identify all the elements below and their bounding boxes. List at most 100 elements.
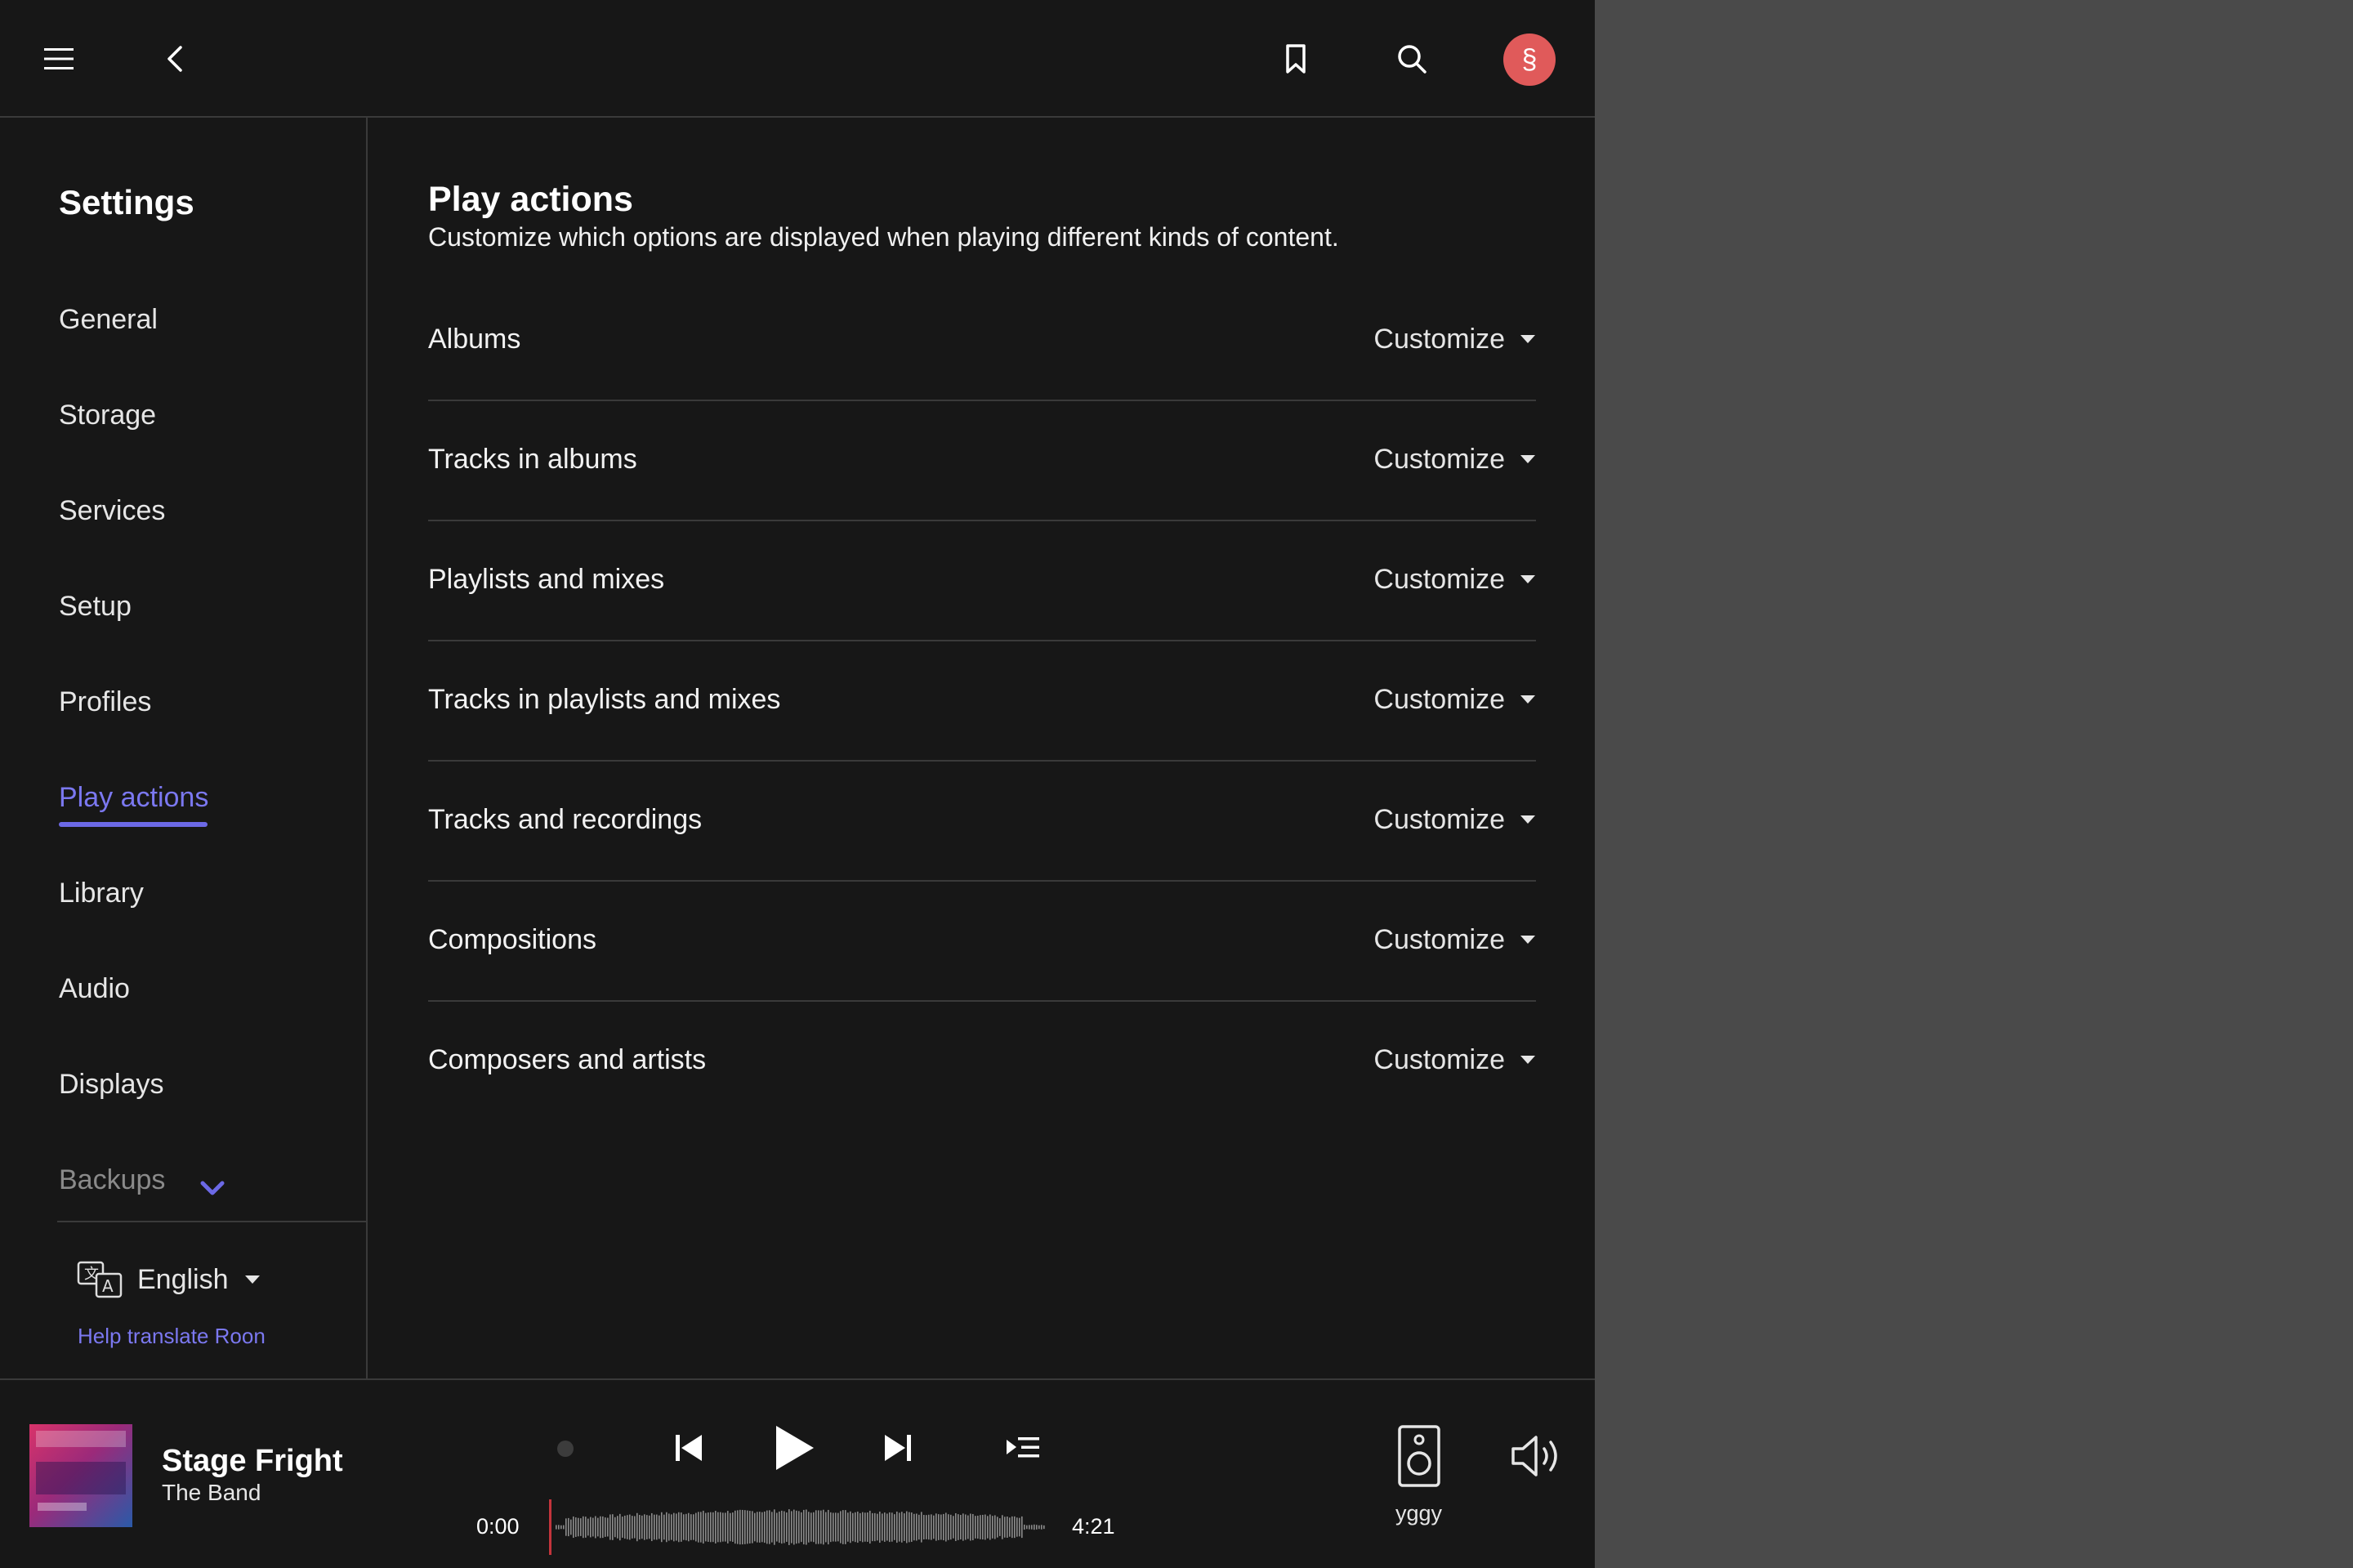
customize-label: Customize	[1373, 1043, 1505, 1075]
waveform-bar	[1009, 1517, 1011, 1537]
caret-down-icon	[1520, 575, 1535, 583]
customize-dropdown[interactable]: Customize	[1373, 1043, 1536, 1077]
waveform-bar	[943, 1513, 944, 1541]
zone-name[interactable]: yggy	[1395, 1501, 1442, 1526]
sidebar-divider	[57, 1221, 368, 1222]
caret-down-icon	[1520, 335, 1535, 343]
customize-label: Customize	[1373, 443, 1505, 475]
waveform-bar	[580, 1518, 582, 1536]
waveform-bar	[801, 1512, 802, 1543]
customize-dropdown[interactable]: Customize	[1373, 802, 1536, 837]
waveform-bar	[796, 1510, 797, 1544]
setting-row-label: Compositions	[428, 924, 596, 955]
waveform-bar	[734, 1510, 736, 1544]
next-track-icon[interactable]	[877, 1427, 918, 1468]
waveform-bar	[590, 1517, 592, 1538]
waveform-bar	[764, 1511, 766, 1543]
waveform-bar	[1031, 1525, 1033, 1530]
menu-icon	[44, 48, 74, 69]
previous-track-icon[interactable]	[668, 1427, 709, 1468]
waveform-bar	[570, 1519, 572, 1535]
waveform-bar	[877, 1513, 878, 1541]
sidebar-item-displays[interactable]: Displays	[59, 1069, 163, 1101]
waveform-bar	[842, 1510, 844, 1544]
waveform-bar	[940, 1514, 942, 1540]
customize-dropdown[interactable]: Customize	[1373, 682, 1536, 717]
waveform-bar	[1034, 1524, 1035, 1530]
waveform-bar	[688, 1512, 690, 1542]
page-subtitle: Customize which options are displayed wh…	[428, 222, 1339, 252]
waveform-bar	[1026, 1525, 1028, 1530]
caret-down-icon	[244, 1275, 260, 1284]
language-label: English	[137, 1263, 229, 1295]
waveform-bar	[872, 1512, 873, 1542]
caret-down-icon	[1520, 695, 1535, 704]
waveform-bar	[825, 1512, 827, 1543]
sidebar-item-profiles[interactable]: Profiles	[59, 686, 151, 718]
customize-dropdown[interactable]: Customize	[1373, 442, 1536, 476]
back-button[interactable]	[147, 29, 206, 88]
language-selector[interactable]: 文 A English	[77, 1255, 261, 1304]
waveform-bar	[791, 1511, 793, 1543]
play-icon[interactable]	[768, 1421, 819, 1475]
menu-button[interactable]	[29, 29, 88, 88]
waveform-bar	[948, 1514, 949, 1540]
waveform-bar	[980, 1515, 981, 1539]
sidebar-item-backups[interactable]: Backups	[59, 1164, 165, 1196]
waveform-bar	[556, 1525, 557, 1530]
waveform-bar	[739, 1509, 741, 1545]
waveform-bar	[928, 1514, 930, 1540]
svg-text:A: A	[102, 1276, 114, 1296]
waveform-bar	[619, 1513, 621, 1541]
waveform-bar	[575, 1517, 577, 1537]
waveform-bar	[781, 1510, 783, 1544]
track-title[interactable]: Stage Fright	[162, 1444, 343, 1479]
volume-icon[interactable]	[1508, 1431, 1565, 1481]
track-artist[interactable]: The Band	[162, 1480, 261, 1506]
sidebar-item-audio[interactable]: Audio	[59, 973, 130, 1005]
speaker-zone-icon[interactable]	[1397, 1424, 1441, 1488]
waveform-bar	[585, 1517, 587, 1538]
waveform-bar	[774, 1509, 775, 1545]
chevron-down-icon[interactable]	[196, 1177, 229, 1199]
radio-indicator[interactable]	[557, 1441, 574, 1457]
sidebar-item-library[interactable]: Library	[59, 878, 144, 909]
waveform-bar	[651, 1512, 653, 1542]
customize-dropdown[interactable]: Customize	[1373, 922, 1536, 957]
waveform-bar	[583, 1516, 584, 1539]
search-icon	[1398, 45, 1427, 74]
waveform-bar	[813, 1512, 815, 1543]
waveform-bar	[835, 1512, 837, 1542]
waveform-bar	[695, 1512, 697, 1542]
customize-dropdown[interactable]: Customize	[1373, 322, 1536, 356]
waveform-bar	[862, 1512, 864, 1543]
setting-row-playlists-and-mixes: Playlists and mixes Customize	[428, 521, 1536, 641]
bookmark-button[interactable]	[1266, 29, 1325, 88]
queue-icon[interactable]	[1005, 1431, 1041, 1463]
waveform-seekbar[interactable]	[549, 1496, 1046, 1558]
playhead[interactable]	[549, 1499, 551, 1555]
waveform-bar	[678, 1512, 680, 1543]
waveform-bar	[938, 1514, 940, 1540]
sidebar-item-services[interactable]: Services	[59, 495, 165, 527]
waveform-bar	[899, 1512, 900, 1542]
sidebar-item-general[interactable]: General	[59, 304, 158, 336]
waveform-bar	[673, 1512, 675, 1542]
waveform-bar	[671, 1514, 672, 1540]
waveform-bar	[632, 1516, 633, 1539]
waveform-bar	[891, 1512, 893, 1542]
sidebar-item-storage[interactable]: Storage	[59, 400, 156, 431]
search-button[interactable]	[1382, 29, 1441, 88]
sidebar-item-play-actions[interactable]: Play actions	[59, 782, 208, 814]
waveform-bar	[754, 1512, 756, 1542]
waveform-bar	[845, 1510, 846, 1544]
waveform-bar	[1014, 1516, 1016, 1539]
help-translate-link[interactable]: Help translate Roon	[78, 1324, 266, 1349]
waveform-bar	[815, 1510, 817, 1544]
waveform-bar	[950, 1514, 952, 1540]
customize-dropdown[interactable]: Customize	[1373, 562, 1536, 596]
profile-avatar[interactable]: §	[1503, 34, 1556, 86]
album-cover[interactable]	[29, 1424, 132, 1527]
waveform-bar	[857, 1511, 859, 1543]
sidebar-item-setup[interactable]: Setup	[59, 591, 132, 623]
